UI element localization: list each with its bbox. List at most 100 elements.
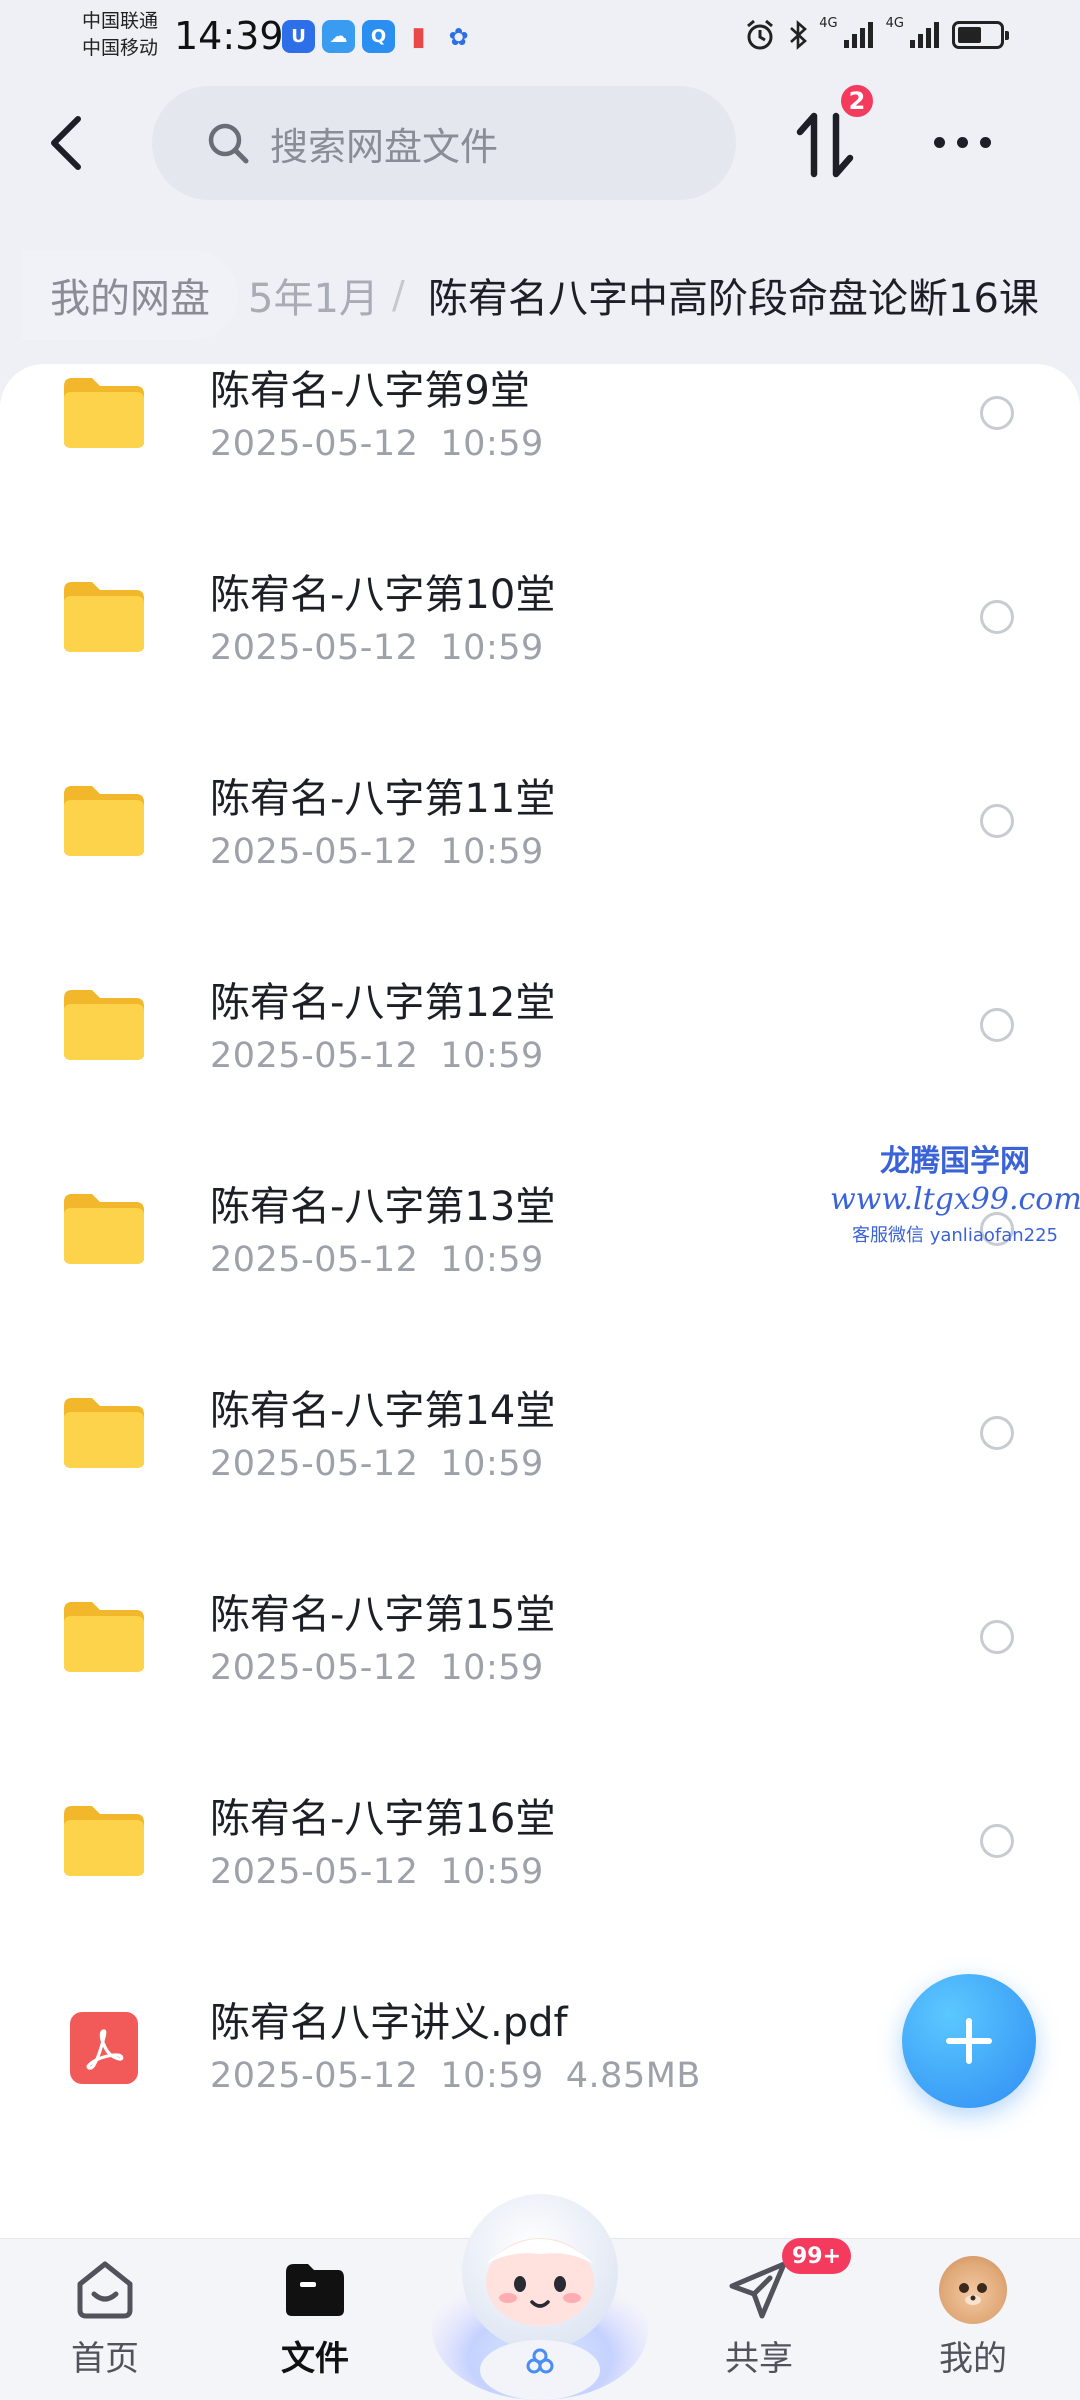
nav-label-mine: 我的: [939, 2339, 1007, 2379]
file-name: 陈宥名-八字第9堂: [210, 368, 530, 414]
file-date: 2025-05-12: [210, 1648, 419, 1688]
file-row[interactable]: 陈宥名-八字第10堂 2025-05-12 10:59: [0, 562, 1080, 766]
file-row[interactable]: 陈宥名-八字第11堂 2025-05-12 10:59: [0, 766, 1080, 970]
file-time: 10:59: [440, 1852, 544, 1892]
avatar: [939, 2256, 1007, 2324]
select-checkbox[interactable]: [980, 600, 1014, 634]
nav-label-home: 首页: [71, 2339, 139, 2379]
search-input[interactable]: 搜索网盘文件: [152, 86, 736, 200]
notification-icons: U ☁ Q ▮ ✿: [282, 20, 475, 53]
breadcrumb-item-year[interactable]: 5年1月: [248, 250, 379, 340]
file-meta: 2025-05-12 10:59: [210, 1240, 544, 1280]
alarm-icon: [747, 19, 774, 50]
file-time: 10:59: [440, 424, 544, 464]
watermark-title: 龙腾国学网: [880, 1144, 1030, 1179]
file-row[interactable]: 陈宥名-八字第16堂 2025-05-12 10:59: [0, 1786, 1080, 1990]
file-name: 陈宥名-八字第15堂: [210, 1592, 556, 1638]
file-date: 2025-05-12: [210, 628, 419, 668]
file-name: 陈宥名-八字第14堂: [210, 1388, 556, 1434]
file-time: 10:59: [440, 1444, 544, 1484]
select-checkbox[interactable]: [980, 804, 1014, 838]
file-meta: 2025-05-12 10:59: [210, 628, 544, 668]
breadcrumb: 5年1月 我的网盘 / 陈宥名八字中高阶段命盘论断16课: [0, 250, 1080, 340]
signal-label-1: 4G: [819, 16, 838, 31]
breadcrumb-root[interactable]: 我的网盘: [22, 250, 238, 340]
search-app-icon: Q: [362, 20, 395, 53]
file-size: 4.85MB: [565, 2056, 701, 2096]
more-dot-icon: [957, 136, 968, 148]
folder-icon: [64, 378, 144, 448]
file-row[interactable]: 陈宥名-八字第14堂 2025-05-12 10:59: [0, 1378, 1080, 1582]
select-checkbox[interactable]: [980, 1008, 1014, 1042]
file-time: 10:59: [440, 1240, 544, 1280]
file-name: 陈宥名-八字第11堂: [210, 776, 556, 822]
nav-item-home[interactable]: 首页: [30, 2255, 180, 2395]
select-checkbox[interactable]: [980, 1416, 1014, 1450]
nav-item-files[interactable]: 文件: [240, 2255, 390, 2395]
add-button[interactable]: [902, 1974, 1036, 2108]
nav-item-mine[interactable]: 我的: [898, 2255, 1048, 2395]
file-time: 10:59: [440, 1036, 544, 1076]
search-placeholder: 搜索网盘文件: [270, 124, 499, 169]
file-meta: 2025-05-12 10:59 4.85MB: [210, 2056, 701, 2096]
app-root: 中国联通 中国移动 14:39 U ☁ Q ▮ ✿ 4G 4G 搜索网盘文件 2…: [0, 0, 1080, 2400]
folder-icon: [64, 1398, 144, 1468]
file-name: 陈宥名-八字第12堂: [210, 980, 556, 1026]
file-meta: 2025-05-12 10:59: [210, 1852, 544, 1892]
signal-label-2: 4G: [885, 16, 904, 31]
file-date: 2025-05-12: [210, 832, 419, 872]
file-meta: 2025-05-12 10:59: [210, 1036, 544, 1076]
book-icon: ▮: [411, 21, 426, 52]
nav-item-share[interactable]: 共享: [684, 2255, 834, 2395]
file-list: 陈宥名-八字第9堂 2025-05-12 10:59 陈宥名-八字第10堂 202…: [0, 364, 1080, 2244]
carrier-2: 中国移动: [82, 37, 159, 59]
pdf-file-icon: [70, 2012, 138, 2084]
file-time: 10:59: [440, 2056, 544, 2096]
acrobat-icon: [86, 2029, 124, 2070]
folder-icon: [64, 1806, 144, 1876]
system-icons: 4G 4G: [743, 16, 1009, 52]
select-checkbox[interactable]: [980, 396, 1014, 430]
folder-icon: [64, 1194, 144, 1264]
watermark: 龙腾国学网 www.ltgx99.com 客服微信 yanliaofan225: [830, 1136, 1080, 1247]
file-date: 2025-05-12: [210, 2056, 419, 2096]
back-button[interactable]: [38, 108, 94, 178]
more-dot-icon: [980, 136, 991, 148]
folder-icon: [64, 582, 144, 652]
baidu-paw-icon: ✿: [448, 22, 469, 51]
file-date: 2025-05-12: [210, 1444, 419, 1484]
more-dot-icon: [934, 136, 945, 148]
signal-icon: [910, 22, 939, 48]
share-count-badge: 99+: [782, 2238, 852, 2274]
nav-label-files: 文件: [281, 2339, 349, 2379]
chevron-left-icon: [51, 116, 81, 170]
select-checkbox[interactable]: [980, 1824, 1014, 1858]
breadcrumb-current: 陈宥名八字中高阶段命盘论断16课: [428, 276, 1039, 322]
file-date: 2025-05-12: [210, 424, 419, 464]
transfer-count-badge: 2: [838, 82, 876, 120]
watermark-url: www.ltgx99.com: [830, 1182, 1080, 1217]
file-meta: 2025-05-12 10:59: [210, 1648, 544, 1688]
file-time: 10:59: [440, 1648, 544, 1688]
select-checkbox[interactable]: [980, 1620, 1014, 1654]
carrier-labels: 中国联通 中国移动: [82, 8, 158, 62]
file-meta: 2025-05-12 10:59: [210, 424, 544, 464]
clock: 14:39: [174, 14, 284, 58]
shield-app-icon: U: [282, 20, 315, 53]
home-icon: [70, 2255, 140, 2325]
file-time: 10:59: [440, 832, 544, 872]
battery-level: [958, 27, 982, 43]
watermark-contact: 客服微信 yanliaofan225: [852, 1225, 1058, 1246]
assistant-mascot[interactable]: [428, 2180, 652, 2400]
file-date: 2025-05-12: [210, 1852, 419, 1892]
file-row[interactable]: 陈宥名-八字第9堂 2025-05-12 10:59: [0, 364, 1080, 562]
plus-icon: [946, 2018, 992, 2064]
file-time: 10:59: [440, 628, 544, 668]
file-date: 2025-05-12: [210, 1240, 419, 1280]
file-name: 陈宥名八字讲义.pdf: [210, 2000, 568, 2046]
bluetooth-icon: [790, 20, 808, 50]
file-meta: 2025-05-12 10:59: [210, 832, 544, 872]
file-row[interactable]: 陈宥名-八字第15堂 2025-05-12 10:59: [0, 1582, 1080, 1786]
file-meta: 2025-05-12 10:59: [210, 1444, 544, 1484]
more-options-button[interactable]: [934, 120, 991, 164]
